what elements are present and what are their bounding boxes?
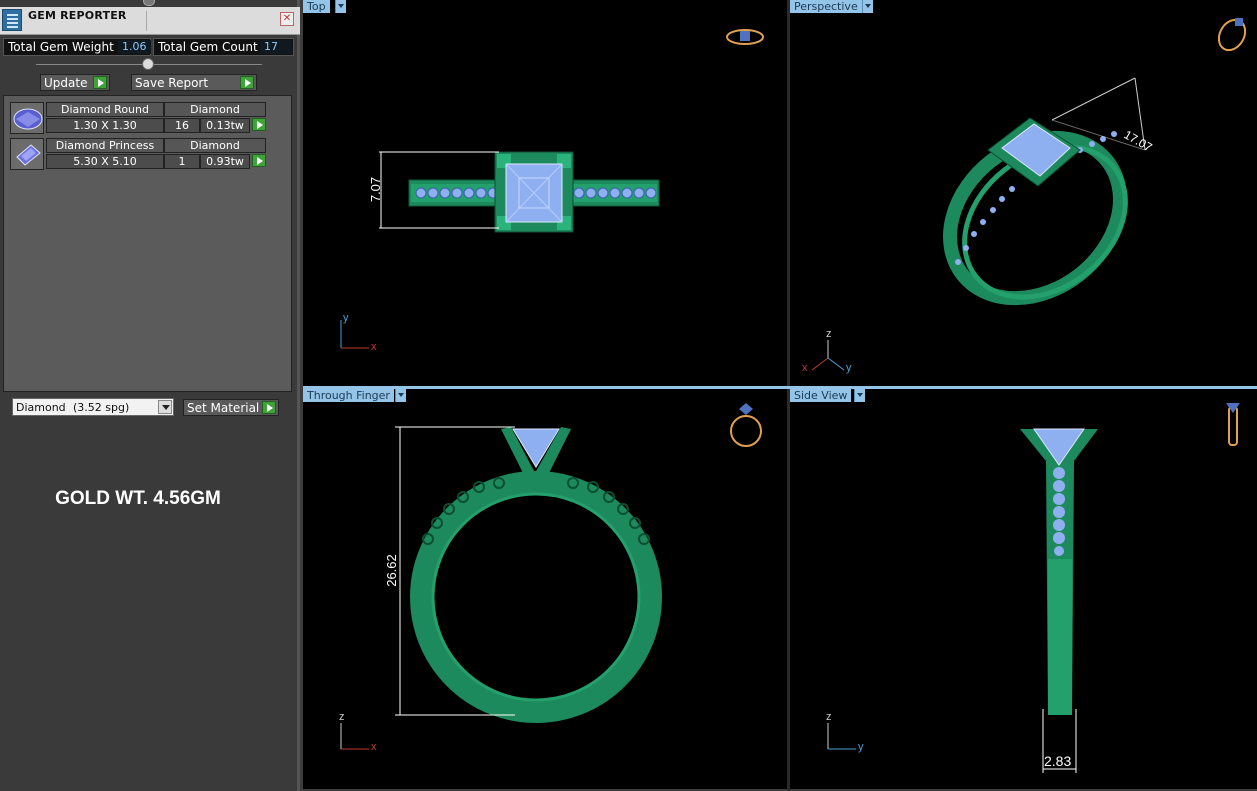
play-arrow-icon: [252, 154, 266, 167]
gem-select-button[interactable]: [250, 154, 266, 169]
play-arrow-icon: [252, 118, 266, 131]
app-window: GEM REPORTER ✕ Total Gem Weight 1.06 Tot…: [0, 0, 1257, 791]
play-arrow-icon: [240, 76, 254, 89]
gem-type: Diamond: [164, 102, 266, 117]
total-gem-weight-label: Total Gem Weight: [8, 40, 114, 54]
total-gem-count: Total Gem Count 17: [153, 38, 294, 56]
princess-gem-icon: [10, 138, 44, 170]
close-icon[interactable]: ✕: [280, 12, 294, 26]
side-view-drawing: [827, 403, 1240, 773]
panel-title: GEM REPORTER: [28, 9, 127, 22]
total-gem-weight-value: 1.06: [118, 40, 151, 54]
update-button[interactable]: Update: [40, 74, 110, 91]
axis-x-label: x: [371, 341, 377, 353]
total-gem-count-value: 17: [260, 40, 292, 54]
total-gem-count-label: Total Gem Count: [158, 40, 258, 54]
chevron-down-icon: [158, 400, 172, 414]
viewport-top-tab[interactable]: Top: [303, 0, 330, 13]
through-finger-drawing: [340, 403, 762, 750]
viewport-perspective[interactable]: Perspective 17.07 z x y: [790, 0, 1257, 386]
viewport-splitter-horizontal[interactable]: [303, 386, 1257, 389]
axis-z-label: z: [826, 711, 832, 723]
gem-count: 16: [164, 118, 200, 133]
gem-weight: 0.13tw: [200, 118, 250, 133]
total-gem-weight: Total Gem Weight 1.06: [3, 38, 151, 56]
play-arrow-icon: [262, 401, 276, 414]
panel-header: GEM REPORTER ✕: [0, 7, 300, 35]
axis-y-label: y: [858, 741, 864, 753]
chevron-down-icon[interactable]: [854, 389, 865, 402]
chevron-down-icon[interactable]: [862, 0, 873, 13]
gem-count: 1: [164, 154, 200, 169]
axis-y-label: y: [343, 312, 349, 324]
save-report-button[interactable]: Save Report: [131, 74, 257, 91]
chevron-down-icon[interactable]: [395, 389, 406, 402]
dimension-label: 26.62: [383, 554, 399, 587]
axis-y-label: y: [846, 362, 852, 374]
gem-list: Diamond Round Diamond 1.30 X 1.30 16 0.1…: [3, 95, 292, 392]
gem-reporter-panel: GEM REPORTER ✕ Total Gem Weight 1.06 Tot…: [0, 0, 300, 791]
gem-size: 1.30 X 1.30: [46, 118, 164, 133]
viewport-finger-tab[interactable]: Through Finger: [303, 389, 394, 402]
dimension-label: 2.83: [1044, 753, 1072, 769]
round-gem-icon: [10, 102, 44, 134]
gem-select-button[interactable]: [250, 118, 266, 133]
gem-size: 5.30 X 5.10: [46, 154, 164, 169]
axis-z-label: z: [826, 328, 832, 340]
viewport-side[interactable]: Side View 2.83 z y: [790, 389, 1257, 789]
gem-type: Diamond: [164, 138, 266, 153]
dimension-label: 7.07: [368, 176, 384, 203]
set-material-button[interactable]: Set Material: [183, 399, 279, 416]
axis-z-label: z: [339, 711, 345, 723]
axis-x-label: x: [371, 741, 377, 753]
gem-name: Diamond Round: [46, 102, 164, 117]
chevron-down-icon[interactable]: [335, 0, 346, 13]
viewport-top[interactable]: Top 7.07 y x: [303, 0, 787, 386]
panel-collapse-knob[interactable]: [143, 0, 155, 6]
viewport-splitter-vertical[interactable]: [787, 0, 790, 791]
gem-name: Diamond Princess: [46, 138, 164, 153]
axis-x-label: x: [802, 362, 808, 374]
gem-reporter-logo-icon: [2, 9, 22, 31]
viewport-through-finger[interactable]: Through Finger 26.62 z x: [303, 389, 787, 789]
viewport-perspective-tab[interactable]: Perspective: [790, 0, 862, 13]
gem-row-round[interactable]: Diamond Round Diamond 1.30 X 1.30 16 0.1…: [10, 102, 268, 134]
play-arrow-icon: [93, 76, 107, 89]
material-select[interactable]: Diamond (3.52 spg): [12, 398, 174, 416]
gold-weight-label: GOLD WT. 4.56GM: [55, 488, 221, 509]
splitter-handle[interactable]: [142, 58, 154, 70]
gem-row-princess[interactable]: Diamond Princess Diamond 5.30 X 5.10 1 0…: [10, 138, 268, 170]
perspective-view-drawing: [811, 18, 1247, 371]
viewport-side-tab[interactable]: Side View: [790, 389, 852, 402]
gem-weight: 0.93tw: [200, 154, 250, 169]
